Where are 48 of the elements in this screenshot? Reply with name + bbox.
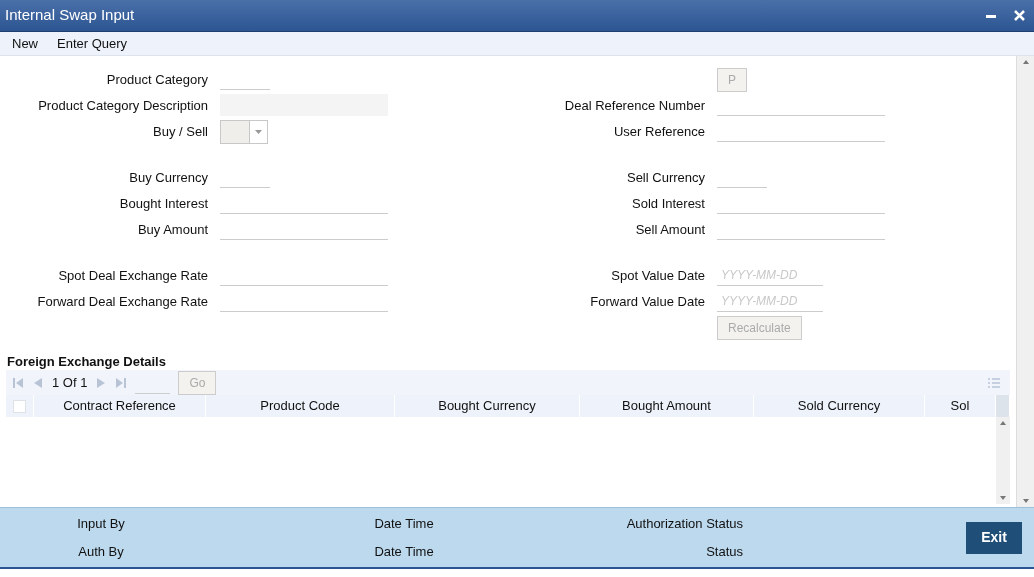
menu-item[interactable]: Enter Query <box>57 33 128 54</box>
footer-label: Date Time <box>374 516 434 531</box>
select-all-checkbox[interactable] <box>13 399 26 413</box>
scroll-up-icon[interactable] <box>1000 421 1006 425</box>
exit-button[interactable]: Exit <box>966 521 1022 554</box>
footer-label: Input By <box>77 516 125 531</box>
footer-label: Authorization Status <box>626 516 743 531</box>
section-title: Foreign Exchange Details <box>6 353 167 370</box>
field-label: Sell Amount <box>635 222 705 237</box>
page-indicator: 1 Of 1 <box>52 373 88 392</box>
scrollbar-corner <box>996 395 1010 417</box>
column-header: Product Code <box>260 398 340 413</box>
footer-label: Date Time <box>374 543 434 559</box>
first-page-icon[interactable] <box>12 376 24 389</box>
column-header: Contract Reference <box>63 398 176 413</box>
field-label: Spot Deal Exchange Rate <box>58 268 208 283</box>
previous-page-icon[interactable] <box>32 376 44 389</box>
field-label: Buy Currency <box>129 170 208 185</box>
field-label: Forward Deal Exchange Rate <box>37 294 208 309</box>
field-label: Product Category Description <box>38 98 208 113</box>
select-field[interactable] <box>220 120 268 144</box>
list-icon[interactable] <box>988 376 1000 389</box>
field-label: Buy / Sell <box>153 124 208 139</box>
column-header: Bought Amount <box>622 398 711 413</box>
field-label: Product Category <box>106 72 208 87</box>
scrollbar[interactable] <box>1016 56 1034 507</box>
field-label: Spot Value Date <box>611 268 705 283</box>
column-header: Sol <box>950 398 970 413</box>
menu-item[interactable]: New <box>12 33 38 54</box>
column-header: Sold Currency <box>797 398 881 413</box>
field-label: Sold Interest <box>632 196 705 211</box>
field-label: Forward Value Date <box>590 294 705 309</box>
field-label: User Reference <box>613 124 705 139</box>
last-page-icon[interactable] <box>115 376 128 389</box>
scroll-down-icon[interactable] <box>1022 499 1029 503</box>
scroll-down-icon[interactable] <box>1000 496 1006 500</box>
column-header: Bought Currency <box>438 398 536 413</box>
window-title: Internal Swap Input <box>5 5 135 26</box>
field-label: Buy Amount <box>137 222 208 237</box>
field-label: Bought Interest <box>119 196 208 211</box>
field-label: Sell Currency <box>626 170 705 185</box>
field-label: Deal Reference Number <box>564 98 705 113</box>
close-icon[interactable] <box>1013 9 1026 22</box>
footer-label: Status <box>706 543 743 559</box>
scrollbar[interactable] <box>996 417 1010 504</box>
scroll-up-icon[interactable] <box>1022 60 1029 64</box>
dropdown-icon <box>255 130 262 134</box>
footer-label: Auth By <box>78 543 124 559</box>
